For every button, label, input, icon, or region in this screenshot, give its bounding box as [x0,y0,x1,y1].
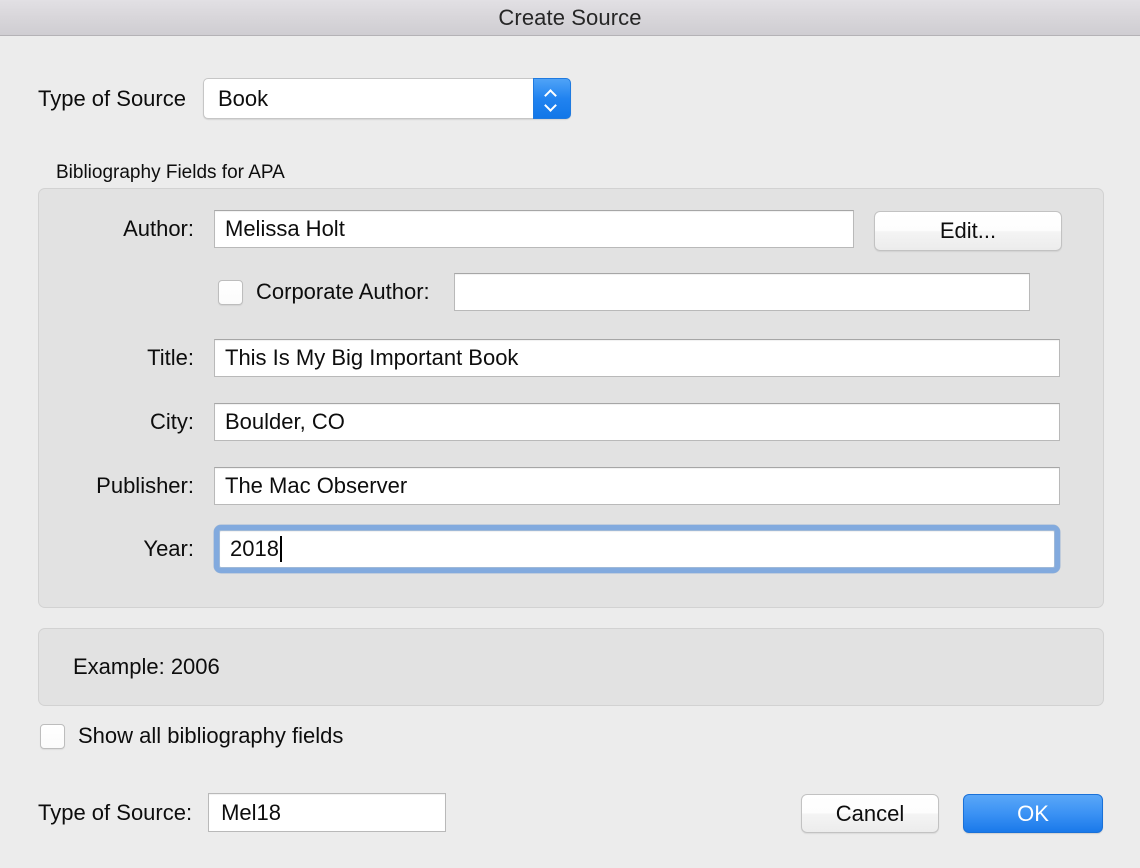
window-titlebar: Create Source [0,0,1140,36]
year-input[interactable]: 2018 [219,530,1055,568]
cancel-button[interactable]: Cancel [801,794,939,833]
title-label: Title: [38,345,214,371]
year-input-value: 2018 [230,536,279,562]
corporate-author-checkbox-group[interactable]: Corporate Author: [218,279,430,305]
tag-name-input[interactable]: Mel18 [208,793,446,832]
corporate-author-input[interactable] [454,273,1030,311]
show-all-fields-checkbox[interactable] [40,724,65,749]
edit-button[interactable]: Edit... [874,211,1062,251]
corporate-author-label: Corporate Author: [256,279,430,305]
author-row: Author: Melissa Holt [38,210,854,248]
title-row: Title: This Is My Big Important Book [38,339,1060,377]
tag-name-label: Type of Source: [38,800,192,826]
year-row: Year: 2018 [38,525,1060,573]
city-row: City: Boulder, CO [38,403,1060,441]
publisher-input[interactable]: The Mac Observer [214,467,1060,505]
text-caret [280,536,282,562]
chevron-down-glyph [545,100,558,107]
corporate-author-checkbox[interactable] [218,280,243,305]
city-input[interactable]: Boulder, CO [214,403,1060,441]
corporate-author-row: Corporate Author: [38,273,1030,311]
year-label: Year: [38,536,214,562]
chevron-up-glyph [545,90,558,97]
show-all-fields-checkbox-group[interactable]: Show all bibliography fields [40,723,343,749]
example-box: Example: 2006 [38,628,1104,706]
example-text: Example: 2006 [39,654,220,680]
window-title: Create Source [498,5,641,31]
city-label: City: [38,409,214,435]
publisher-row: Publisher: The Mac Observer [38,467,1060,505]
show-all-fields-label: Show all bibliography fields [78,723,343,749]
tag-name-row: Type of Source: Mel18 [38,793,446,832]
title-input[interactable]: This Is My Big Important Book [214,339,1060,377]
author-input[interactable]: Melissa Holt [214,210,854,248]
year-focus-ring: 2018 [214,525,1060,573]
type-of-source-value: Book [204,86,268,112]
chevron-up-down-icon[interactable] [533,78,571,119]
author-label: Author: [38,216,214,242]
bibliography-group-label: Bibliography Fields for APA [56,162,285,184]
ok-button[interactable]: OK [963,794,1103,833]
publisher-label: Publisher: [38,473,214,499]
type-of-source-row: Type of Source Book [38,78,571,119]
type-of-source-label: Type of Source [38,86,186,112]
type-of-source-popup-button[interactable]: Book [203,78,571,119]
